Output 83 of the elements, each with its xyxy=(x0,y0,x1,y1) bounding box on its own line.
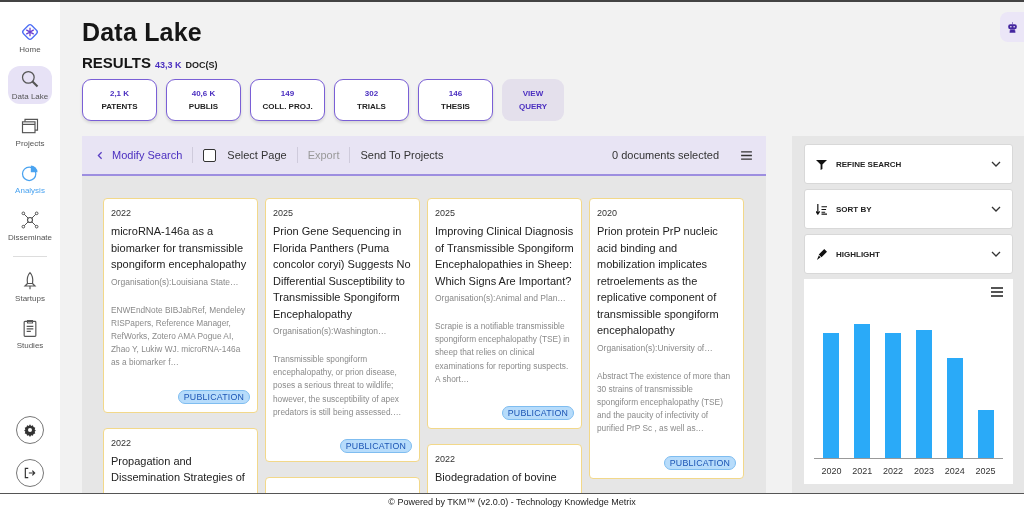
publication-tag: PUBLICATION xyxy=(339,439,412,453)
view-query-button[interactable]: VIEW QUERY xyxy=(502,79,564,121)
footer-text: © Powered by TKM™ (v2.0.0) - Technology Knowledge Metrix xyxy=(388,497,636,507)
pen-icon xyxy=(816,248,827,260)
robot-icon xyxy=(1005,20,1019,34)
card-abstract: ENWEndNote BIBJabRef, Mendeley RISPapers, Reference Manager, RefWorks, Zotero AMA Pogue AI, Zhao Y, Lukiw WJ. microRNA-146a as a biomarker f… xyxy=(111,303,247,370)
results-label: RESULTS xyxy=(82,54,151,71)
count-tab[interactable]: 2,1 K PATENTS xyxy=(82,79,157,121)
chevron-down-icon xyxy=(991,161,1001,167)
nav-item[interactable]: Startups xyxy=(8,268,52,306)
count-tab[interactable]: 302 TRIALS xyxy=(334,79,409,121)
page-title: Data Lake xyxy=(82,17,202,47)
modify-search-link[interactable]: Modify Search xyxy=(96,149,183,161)
document-card[interactable] xyxy=(103,198,258,413)
card-title: Improving Clinical Diagnosis of Transmissible Spongiform Encephalopathies in Sheep: Which Signs Are Important? xyxy=(435,224,574,289)
card-year: 2022 xyxy=(111,208,133,218)
document-card[interactable]: 2022 Biodegradation of bovine xyxy=(427,444,582,493)
filter-dropdown[interactable]: HIGHLIGHT xyxy=(804,234,1013,274)
select-page-checkbox[interactable]: Select Page xyxy=(203,148,287,162)
card-year: 2022 xyxy=(435,454,457,464)
card-abstract: Scrapie is a notifiable transmissible spongiform encephalopathy (TSE) in sheep that relies on clinical examinations for reporting suspects. A short… xyxy=(435,320,571,386)
card-year: 2025 xyxy=(435,208,457,218)
logout-icon xyxy=(23,466,37,480)
chevron-down-icon xyxy=(991,251,1001,257)
filter-dropdown[interactable]: SORT BY xyxy=(804,189,1013,229)
assistant-button[interactable] xyxy=(1000,12,1024,42)
pie-chart-icon xyxy=(20,163,40,183)
publication-tag: PUBLICATION xyxy=(177,389,250,404)
nav-item[interactable]: Home xyxy=(8,19,52,57)
chart-menu-icon[interactable] xyxy=(991,287,1003,297)
document-card[interactable] xyxy=(589,198,744,479)
card-year: 2025 xyxy=(273,208,295,218)
toolbar-action[interactable]: Send To Projects xyxy=(360,149,444,161)
card-organisation: Organisation(s):University of… xyxy=(597,342,714,353)
axis-label: 2023 xyxy=(912,466,935,476)
card-year: 2022 xyxy=(111,437,133,448)
card-organisation: Organisation(s):Animal and Plan… xyxy=(435,293,567,303)
axis-label: 2021 xyxy=(851,466,874,476)
chevron-left-icon xyxy=(96,150,104,160)
count-tab[interactable]: 40,6 K PUBLIS xyxy=(166,79,241,121)
card-organisation: Organisation(s):Louisiana State… xyxy=(111,276,240,287)
count-tab[interactable]: 149 COLL. PROJ. xyxy=(250,79,325,121)
nav-item[interactable]: Studies xyxy=(8,315,52,353)
folders-icon xyxy=(20,116,40,136)
axis-label: 2020 xyxy=(820,466,843,476)
axis-label: 2024 xyxy=(943,466,966,476)
logout-button[interactable] xyxy=(16,459,44,487)
filter-dropdown[interactable]: REFINE SEARCH xyxy=(804,144,1013,184)
sort-icon xyxy=(816,203,827,215)
chevron-down-icon xyxy=(991,206,1001,212)
nav-item[interactable]: Projects xyxy=(8,113,52,151)
card-title: Biodegradation of bovine xyxy=(435,470,558,485)
search-icon xyxy=(20,69,40,89)
card-year: 2020 xyxy=(597,208,619,218)
document-card[interactable]: 2022 Propagation and Dissemination Strategies of xyxy=(103,427,258,493)
select-page-label: Select Page xyxy=(227,149,287,161)
card-organisation: Organisation(s):Washington… xyxy=(273,326,388,336)
funnel-icon xyxy=(816,158,827,170)
axis-label: 2025 xyxy=(974,466,997,476)
document-card[interactable] xyxy=(265,198,420,462)
card-title: microRNA-146a as a biomarker for transmissible spongiform encephalopathy xyxy=(111,224,248,272)
card-title: Prion protein PrP nucleic acid binding and mobilization implicates retroelements as the replicative component of transmissible spongiform encephalopathy xyxy=(597,224,720,338)
card-abstract: Abstract The existence of more than 30 strains of transmissible spongiform encephalopathy (TSE) and the paucity of infectivity of purified PrP Sc , as well as… xyxy=(597,369,732,436)
axis-label: 2022 xyxy=(882,466,905,476)
publication-tag: PUBLICATION xyxy=(663,455,736,470)
card-title: Prion Gene Sequencing in Florida Panthers (Puma concolor coryi) Suggests No Differential Susceptibility to Transmissible Spongiform Encephalopathy xyxy=(273,224,412,322)
card-title: Propagation and Dissemination Strategies of xyxy=(111,453,246,485)
card-abstract: Transmissible spongiform encephalopathy, or prion disease, poses a serious threat to wildlife; however, the susceptibility of apex predators is still being assessed.… xyxy=(273,353,403,419)
star-diamond-icon xyxy=(20,22,40,42)
results-count: 43,3 K xyxy=(154,60,182,70)
results-unit: DOC(S) xyxy=(185,60,218,70)
settings-button[interactable] xyxy=(16,416,44,444)
chart-bar xyxy=(977,410,994,458)
menu-icon[interactable] xyxy=(741,150,752,160)
document-card[interactable] xyxy=(427,198,582,429)
selection-count: 0 documents selected xyxy=(612,149,719,161)
publication-tag: PUBLICATION xyxy=(501,406,574,420)
network-icon xyxy=(20,210,40,230)
settings-icon xyxy=(23,423,37,437)
nav-item[interactable]: Disseminate xyxy=(8,207,52,245)
checkbox[interactable] xyxy=(203,148,217,162)
count-tab[interactable]: 146 THESIS xyxy=(418,79,493,121)
nav-item[interactable]: Data Lake xyxy=(8,66,52,104)
